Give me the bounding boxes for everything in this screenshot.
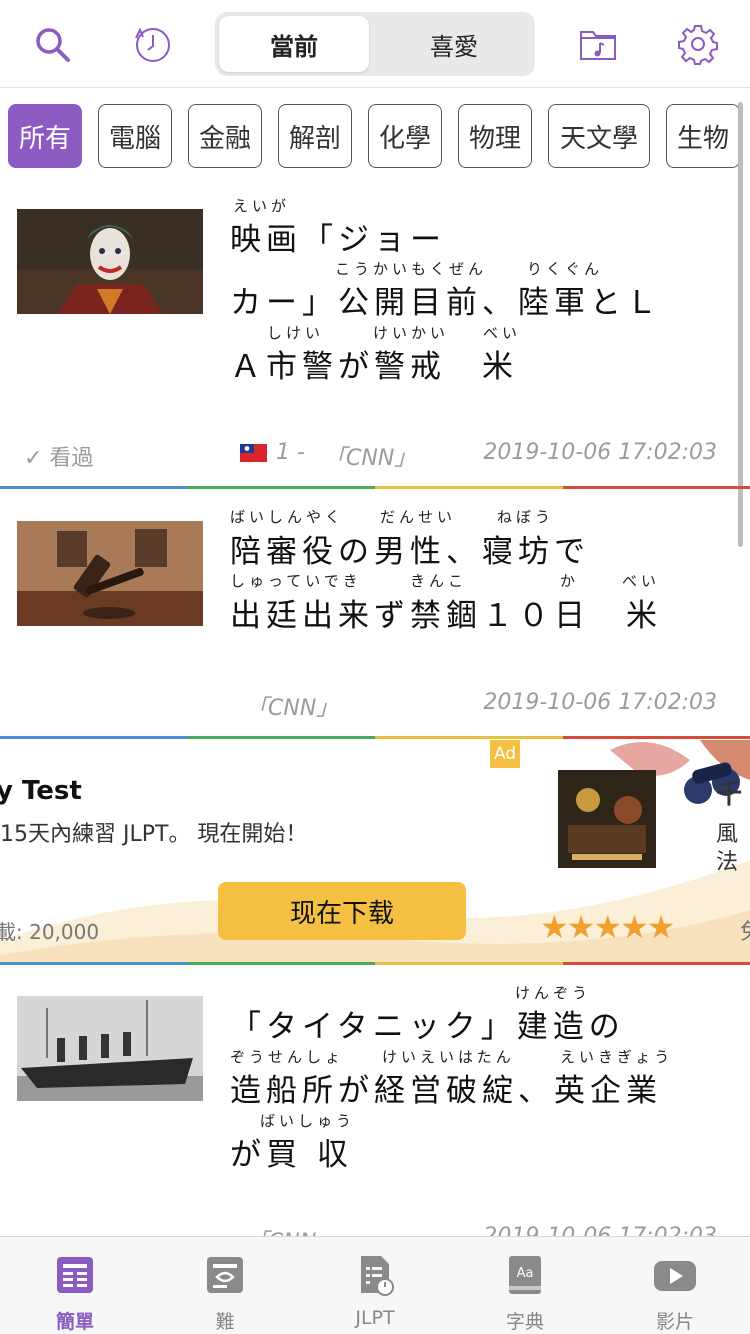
furigana: けいかい	[373, 324, 450, 342]
svg-text:Aa: Aa	[517, 1266, 534, 1281]
headline-line: Ａ市警が警戒 米	[230, 349, 518, 385]
furigana: べい	[483, 324, 522, 342]
ad-badge: Ad	[490, 740, 520, 768]
view-segmented-control: 當前 喜愛	[215, 12, 535, 76]
ad-side-text: 免	[740, 914, 750, 946]
category-astronomy[interactable]: 天文學	[548, 104, 650, 168]
tab-label: 字典	[505, 1311, 544, 1333]
ad-side-text: 法	[716, 850, 739, 875]
article-headline[interactable]: けんぞう 「タイタニック」建造の ぞうせんしょ けいえいはたん えいきぎょう 造…	[230, 966, 730, 1186]
divider	[0, 736, 750, 739]
furigana: こうかいもくぜん	[335, 260, 488, 278]
ad-banner[interactable]: Ad y Test 15天內練習 JLPT。 現在開始！ 載: 20,000 现…	[0, 740, 750, 962]
article-date: 2019-10-06 17:02:03	[483, 440, 717, 465]
tab-label: 簡單	[55, 1311, 94, 1333]
hard-reading-icon	[203, 1253, 247, 1297]
tab-label: 影片	[655, 1311, 694, 1333]
top-bar: 當前 喜愛	[0, 0, 750, 88]
article-thumbnail	[17, 996, 203, 1101]
article-date: 2019-10-06 17:02:03	[483, 690, 717, 715]
furigana: けんぞう	[515, 984, 592, 1002]
headline-line: カー」公開目前、陸軍とＬ	[230, 285, 662, 321]
ad-download-button[interactable]: 现在下载	[218, 882, 466, 940]
furigana: けいえいはたん	[382, 1048, 515, 1066]
headline-line: 造船所が経営破綻、英企業	[230, 1073, 662, 1109]
article-thumbnail	[17, 209, 203, 314]
furigana: ばいしんやく	[230, 508, 345, 526]
tab-current[interactable]: 當前	[219, 16, 369, 72]
view-count: 1 -	[276, 440, 305, 465]
tab-favorites[interactable]: 喜愛	[379, 16, 529, 72]
headline-line: 出廷出来ず禁錮１０日 米	[230, 598, 662, 634]
category-biology[interactable]: 生物	[666, 104, 740, 168]
category-finance[interactable]: 金融	[188, 104, 262, 168]
gear-icon[interactable]	[676, 22, 720, 66]
furigana: えいが	[233, 197, 291, 215]
furigana: だんせい	[380, 508, 457, 526]
article-item[interactable]: けんぞう 「タイタニック」建造の ぞうせんしょ けいえいはたん えいきぎょう 造…	[0, 966, 750, 1255]
article-headline[interactable]: ばいしんやく だんせい ねぼう 陪審役の男性、寝坊で しゅっていでき きんこ か…	[230, 490, 730, 650]
ad-app-image	[558, 770, 656, 868]
video-play-icon	[653, 1253, 697, 1297]
article-source: 「CNN」	[324, 446, 417, 471]
tab-jlpt[interactable]: JLPT	[300, 1237, 450, 1334]
ad-download-count: 載: 20,000	[0, 920, 100, 944]
article-thumbnail	[17, 521, 203, 626]
seen-indicator: ✓ 看過	[24, 446, 94, 471]
furigana: べい	[622, 572, 661, 590]
category-computer[interactable]: 電腦	[98, 104, 172, 168]
article-headline[interactable]: えいが 映画「ジョー こうかいもくぜん りくぐん カー」公開目前、陸軍とＬ しけ…	[230, 180, 730, 400]
taiwan-flag-icon	[240, 444, 267, 462]
furigana: ねぼう	[497, 508, 555, 526]
ad-side-text: 千	[716, 780, 743, 810]
ad-description: 15天內練習 JLPT。 現在開始！	[0, 822, 308, 847]
divider	[0, 962, 750, 965]
furigana: か	[560, 572, 580, 590]
furigana: えいきぎょう	[560, 1048, 674, 1066]
category-chips: 所有 電腦 金融 解剖 化學 物理 天文學 生物	[0, 104, 740, 170]
dictionary-icon: Aa	[503, 1253, 547, 1297]
ad-title: y Test	[0, 776, 82, 806]
furigana: りくぐん	[527, 260, 604, 278]
ad-rating-stars: ★★★★★	[540, 908, 675, 946]
search-icon[interactable]	[30, 22, 74, 66]
tab-simple[interactable]: 簡單	[0, 1237, 150, 1334]
article-item[interactable]: えいが 映画「ジョー こうかいもくぜん りくぐん カー」公開目前、陸軍とＬ しけ…	[0, 180, 750, 485]
headline-line: 陪審役の男性、寝坊で	[230, 534, 590, 570]
divider	[0, 486, 750, 489]
tab-label: 難	[215, 1311, 235, 1333]
headline-line: 映画「ジョー	[230, 222, 446, 258]
category-physics[interactable]: 物理	[458, 104, 532, 168]
furigana: ぞうせんしょ	[230, 1048, 345, 1066]
furigana: きんこ	[410, 572, 468, 590]
music-folder-icon[interactable]	[576, 22, 620, 66]
furigana: しけい	[267, 324, 325, 342]
tab-label: JLPT	[355, 1307, 395, 1329]
headline-line: 「タイタニック」建造の	[230, 1009, 625, 1045]
headline-line: が買 収	[230, 1137, 353, 1173]
tab-dictionary[interactable]: Aa 字典	[450, 1237, 600, 1334]
category-chemistry[interactable]: 化學	[368, 104, 442, 168]
article-source: 「CNN」	[246, 696, 339, 721]
jlpt-document-icon	[353, 1253, 397, 1297]
tab-hard[interactable]: 難	[150, 1237, 300, 1334]
article-item[interactable]: ばいしんやく だんせい ねぼう 陪審役の男性、寝坊で しゅっていでき きんこ か…	[0, 490, 750, 735]
category-all[interactable]: 所有	[8, 104, 82, 168]
history-clock-icon[interactable]	[130, 22, 174, 66]
bottom-tab-bar: 簡單 難 JLPT Aa 字典 影片	[0, 1236, 750, 1334]
furigana: ばいしゅう	[260, 1112, 356, 1130]
furigana: しゅっていでき	[230, 572, 362, 590]
category-anatomy[interactable]: 解剖	[278, 104, 352, 168]
tab-video[interactable]: 影片	[600, 1237, 750, 1334]
simple-reading-icon	[53, 1253, 97, 1297]
